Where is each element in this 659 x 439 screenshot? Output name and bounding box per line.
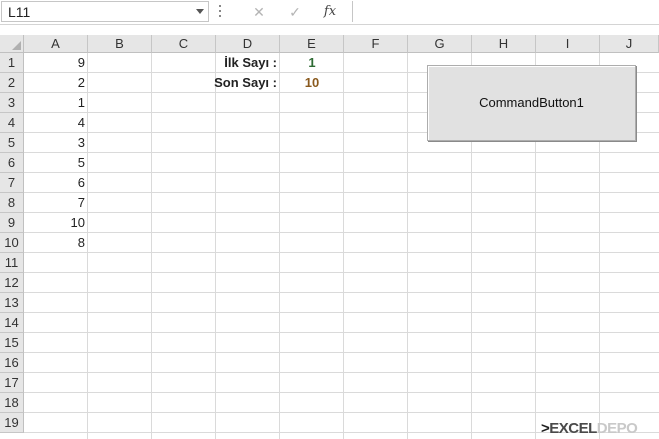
grid-line	[407, 53, 408, 439]
cell-a7[interactable]: 6	[24, 173, 88, 193]
row-header-8[interactable]: 8	[0, 193, 24, 213]
row-header-11[interactable]: 11	[0, 253, 24, 273]
column-header-i[interactable]: I	[536, 35, 600, 53]
grid-line	[24, 312, 659, 313]
drag-handle-icon[interactable]	[219, 5, 222, 19]
enter-icon[interactable]: ✓	[284, 2, 306, 22]
select-all-corner[interactable]	[0, 35, 24, 53]
grid-line	[24, 392, 659, 393]
command-button[interactable]: CommandButton1	[427, 65, 636, 141]
column-header-d[interactable]: D	[216, 35, 280, 53]
first-number-value[interactable]: 1	[280, 53, 344, 73]
grid-line	[24, 332, 659, 333]
cell-a9[interactable]: 10	[24, 213, 88, 233]
grid-line	[343, 53, 344, 439]
grid-line	[215, 53, 216, 439]
column-header-b[interactable]: B	[88, 35, 152, 53]
name-box-value: L11	[8, 4, 31, 20]
column-header-j[interactable]: J	[600, 35, 659, 53]
grid-line	[24, 272, 659, 273]
row-header-19[interactable]: 19	[0, 413, 24, 433]
row-header-12[interactable]: 12	[0, 273, 24, 293]
grid-line	[24, 372, 659, 373]
cell-a2[interactable]: 2	[24, 73, 88, 93]
grid-line	[24, 412, 659, 413]
cell-a8[interactable]: 7	[24, 193, 88, 213]
first-number-label[interactable]: İlk Sayı :	[200, 53, 280, 73]
column-header-f[interactable]: F	[344, 35, 408, 53]
formula-bar: L11 ✕ ✓ fx	[0, 0, 659, 25]
grid-line	[24, 292, 659, 293]
row-header-6[interactable]: 6	[0, 153, 24, 173]
row-header-10[interactable]: 10	[0, 233, 24, 253]
column-header-e[interactable]: E	[280, 35, 344, 53]
row-header-14[interactable]: 14	[0, 313, 24, 333]
cell-a10[interactable]: 8	[24, 233, 88, 253]
row-header-1[interactable]: 1	[0, 53, 24, 73]
cell-a3[interactable]: 1	[24, 93, 88, 113]
grid-line	[24, 192, 659, 193]
last-number-value[interactable]: 10	[280, 73, 344, 93]
row-header-17[interactable]: 17	[0, 373, 24, 393]
cell-a1[interactable]: 9	[24, 53, 88, 73]
row-header-16[interactable]: 16	[0, 353, 24, 373]
column-header-h[interactable]: H	[472, 35, 536, 53]
column-header-g[interactable]: G	[408, 35, 472, 53]
cancel-icon[interactable]: ✕	[248, 2, 270, 22]
grid-line	[24, 232, 659, 233]
grid-line	[279, 53, 280, 439]
row-header-2[interactable]: 2	[0, 73, 24, 93]
cell-a5[interactable]: 3	[24, 133, 88, 153]
row-header-15[interactable]: 15	[0, 333, 24, 353]
last-number-label[interactable]: Son Sayı :	[200, 73, 280, 93]
logo-text-depo: DEPO	[596, 420, 638, 437]
column-header-c[interactable]: C	[152, 35, 216, 53]
row-header-18[interactable]: 18	[0, 393, 24, 413]
row-header-7[interactable]: 7	[0, 173, 24, 193]
name-box[interactable]: L11	[1, 1, 209, 22]
formula-input[interactable]	[352, 1, 659, 22]
exceldepo-logo: >EXCELDEPO	[541, 420, 659, 438]
chevron-down-icon[interactable]	[196, 9, 204, 14]
cell-a6[interactable]: 5	[24, 153, 88, 173]
row-header-4[interactable]: 4	[0, 113, 24, 133]
column-header-a[interactable]: A	[24, 35, 88, 53]
grid-line	[24, 352, 659, 353]
row-header-9[interactable]: 9	[0, 213, 24, 233]
row-header-5[interactable]: 5	[0, 133, 24, 153]
row-header-13[interactable]: 13	[0, 293, 24, 313]
grid-line	[24, 212, 659, 213]
row-header-3[interactable]: 3	[0, 93, 24, 113]
logo-text-excel: EXCEL	[549, 420, 597, 437]
grid-line	[151, 53, 152, 439]
grid-line	[24, 252, 659, 253]
grid-line	[24, 172, 659, 173]
insert-function-icon[interactable]: fx	[319, 2, 341, 22]
grid-line	[24, 152, 659, 153]
cell-a4[interactable]: 4	[24, 113, 88, 133]
